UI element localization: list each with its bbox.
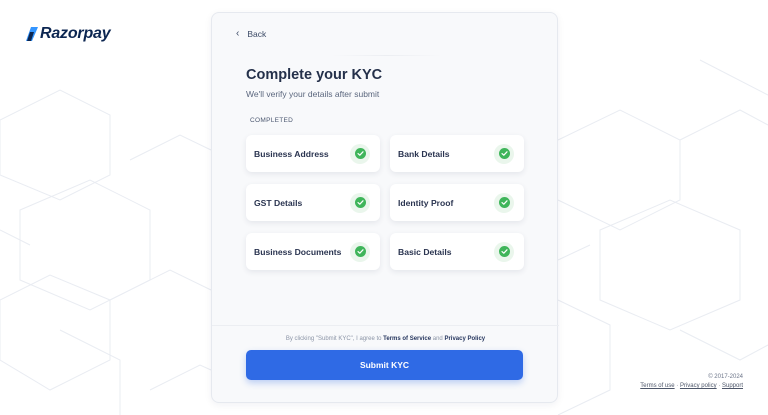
check-circle-icon: [350, 192, 370, 213]
check-circle-icon: [350, 143, 370, 164]
consent-and: and: [432, 336, 443, 342]
back-label: Back: [247, 29, 267, 39]
kyc-item-label: Basic Details: [398, 246, 452, 257]
terms-of-use-link[interactable]: Terms of use: [640, 383, 674, 389]
kyc-card: ‹ Back Complete your KYC We'll verify yo…: [211, 12, 559, 403]
section-label-completed: COMPLETED: [250, 117, 294, 124]
kyc-item-label: Business Documents: [254, 246, 342, 257]
privacy-policy-footer-link[interactable]: Privacy policy: [680, 383, 717, 389]
kyc-item-label: GST Details: [254, 197, 303, 208]
consent-text: By clicking "Submit KYC", I agree to Ter…: [212, 336, 559, 342]
page-title: Complete your KYC: [246, 67, 383, 83]
page-footer: © 2017-2024 Terms of use · Privacy polic…: [640, 373, 743, 391]
privacy-policy-link[interactable]: Privacy Policy: [444, 336, 485, 342]
kyc-item-identity-proof[interactable]: Identity Proof: [390, 184, 524, 221]
kyc-item-basic-details[interactable]: Basic Details: [390, 233, 524, 270]
header-divider: [332, 55, 442, 56]
kyc-item-business-documents[interactable]: Business Documents: [246, 233, 380, 270]
check-circle-icon: [494, 143, 514, 164]
kyc-item-label: Bank Details: [398, 148, 450, 159]
footer-separator: ·: [676, 383, 679, 389]
check-circle-icon: [494, 192, 514, 213]
razorpay-logo-icon: [26, 27, 38, 41]
kyc-item-label: Identity Proof: [398, 197, 454, 208]
kyc-item-bank-details[interactable]: Bank Details: [390, 135, 524, 172]
page-subtitle: We'll verify your details after submit: [246, 89, 380, 99]
kyc-item-business-address[interactable]: Business Address: [246, 135, 380, 172]
check-circle-icon: [350, 241, 370, 262]
razorpay-logo[interactable]: Razorpay: [26, 25, 111, 43]
footer-divider: [212, 325, 559, 326]
back-button[interactable]: ‹ Back: [236, 28, 267, 40]
brand-name: Razorpay: [40, 25, 111, 42]
footer-separator: ·: [718, 383, 721, 389]
kyc-item-gst-details[interactable]: GST Details: [246, 184, 380, 221]
kyc-item-label: Business Address: [254, 148, 329, 159]
consent-prefix: By clicking "Submit KYC", I agree to: [285, 336, 382, 342]
terms-of-service-link[interactable]: Terms of Service: [383, 336, 431, 342]
submit-kyc-button[interactable]: Submit KYC: [246, 350, 523, 380]
support-link[interactable]: Support: [722, 383, 743, 389]
check-circle-icon: [494, 241, 514, 262]
copyright-text: © 2017-2024: [708, 374, 743, 380]
chevron-left-icon: ‹: [236, 28, 240, 39]
